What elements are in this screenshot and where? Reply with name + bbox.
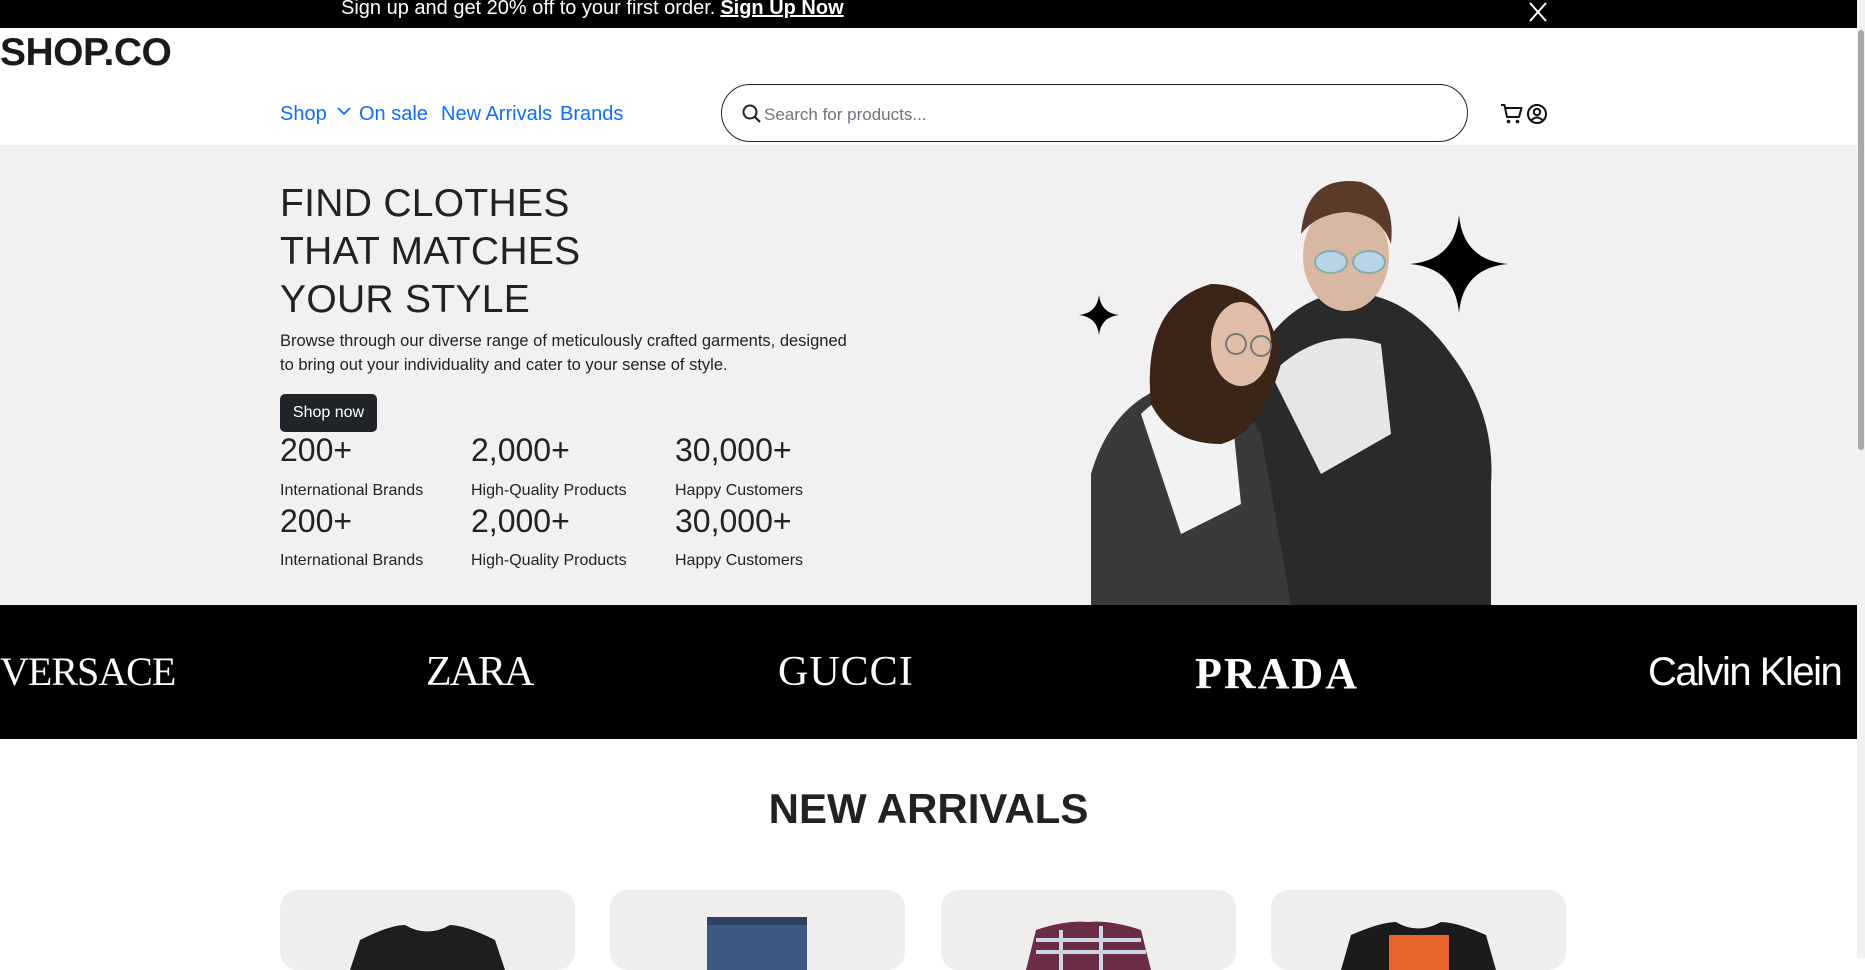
stat-label: High-Quality Products — [471, 552, 627, 569]
product-card[interactable] — [1271, 890, 1566, 970]
promo-text-wrap: Sign up and get 20% off to your first or… — [341, 0, 844, 20]
sparkle-icon — [1410, 215, 1508, 313]
stat-value: 2,000+ — [471, 503, 570, 539]
logo[interactable]: SHOP.CO — [0, 31, 172, 75]
nav-on-sale[interactable]: On sale — [359, 103, 428, 126]
shop-now-button[interactable]: Shop now — [280, 394, 377, 432]
stat-label: Happy Customers — [675, 552, 804, 569]
promo-text: Sign up and get 20% off to your first or… — [341, 0, 716, 19]
hero-title-line: THAT MATCHES — [280, 230, 581, 273]
stat-value: 200+ — [280, 432, 353, 468]
brand-gucci: GUCCI — [778, 649, 914, 695]
close-icon[interactable] — [1525, 1, 1551, 25]
promo-bar — [0, 0, 1865, 28]
stat-label: High-Quality Products — [471, 482, 627, 499]
hero-title-line: YOUR STYLE — [280, 278, 531, 321]
user-account-icon[interactable] — [1526, 103, 1548, 125]
nav-brands[interactable]: Brands — [560, 103, 623, 126]
sparkle-icon — [1079, 295, 1119, 335]
product-image — [1341, 922, 1496, 970]
hero-section — [0, 145, 1857, 605]
brand-zara: ZARA — [426, 649, 534, 695]
search-icon — [741, 103, 763, 125]
brand-prada: PRADA — [1195, 649, 1359, 698]
new-arrivals-title: NEW ARRIVALS — [768, 785, 1089, 832]
stat-value: 200+ — [280, 503, 353, 539]
brand-strip: VERSACE ZARA GUCCI PRADA Calvin Klein — [0, 605, 1857, 739]
nav-new-arrivals[interactable]: New Arrivals — [441, 103, 552, 126]
cart-icon[interactable] — [1500, 103, 1524, 125]
scrollbar-thumb[interactable] — [1858, 30, 1864, 450]
nav-shop[interactable]: Shop — [280, 103, 352, 126]
brand-calvin-klein: Calvin Klein — [1648, 650, 1843, 694]
stat-label: Happy Customers — [675, 482, 804, 499]
brand-versace: VERSACE — [0, 649, 176, 694]
product-image — [707, 917, 807, 970]
product-image — [350, 925, 505, 970]
hero-title: FIND CLOTHES THAT MATCHES YOUR STYLE — [280, 180, 580, 324]
hero-title-line: FIND CLOTHES — [280, 182, 570, 225]
stat-value: 30,000+ — [675, 432, 792, 468]
product-card[interactable] — [610, 890, 905, 970]
product-card[interactable] — [280, 890, 575, 970]
product-image — [1026, 921, 1151, 970]
stat-label: International Brands — [280, 552, 424, 569]
product-card[interactable] — [941, 890, 1236, 970]
chevron-down-icon — [337, 107, 351, 116]
hero-description: Browse through our diverse range of meti… — [280, 332, 847, 374]
stat-value: 30,000+ — [675, 503, 792, 539]
nav-shop-label: Shop — [280, 103, 327, 125]
search-input[interactable] — [762, 100, 1456, 130]
sign-up-link[interactable]: Sign Up Now — [720, 0, 843, 19]
stat-label: International Brands — [280, 482, 424, 499]
stat-value: 2,000+ — [471, 432, 570, 468]
